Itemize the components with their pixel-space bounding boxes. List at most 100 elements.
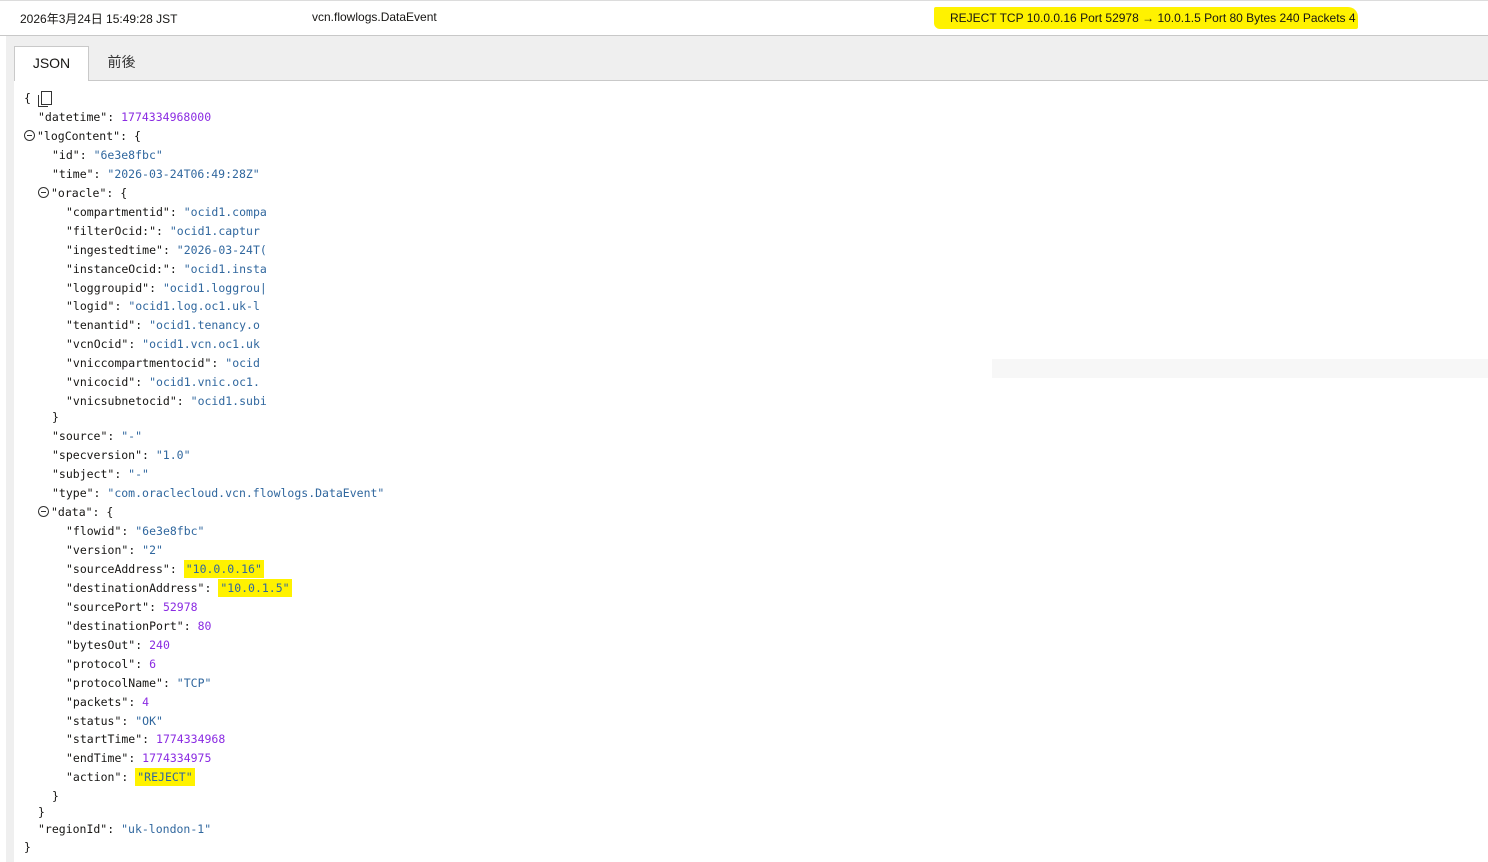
json-line: "destinationAddress": "10.0.1.5" (66, 578, 292, 597)
json-value: { (120, 185, 128, 200)
json-close-brace: } (52, 789, 59, 804)
json-value: "ocid1.log.oc1.uk-l (128, 299, 260, 314)
json-key: "startTime" (66, 732, 143, 747)
json-line: "source": "-" (52, 429, 143, 444)
json-key: "destinationPort" (66, 618, 184, 633)
json-key: "vnicsubnetocid" (66, 394, 177, 409)
json-value: 1774334975 (142, 751, 212, 766)
json-key: "vcnOcid" (66, 337, 129, 352)
json-value: "com.oraclecloud.vcn.flowlogs.DataEvent" (107, 486, 385, 501)
json-line: "vnicocid": "ocid1.vnic.oc1. (66, 375, 260, 390)
json-line: "sourceAddress": "10.0.0.16" (66, 559, 264, 578)
json-line: "bytesOut": 240 (66, 637, 170, 652)
json-key: "specversion" (52, 448, 143, 463)
json-line: "data": { (38, 503, 113, 522)
json-value: 1774334968 (156, 732, 226, 747)
json-line: "specversion": "1.0" (52, 448, 191, 463)
json-line: "vcnOcid": "ocid1.vcn.oc1.uk (66, 337, 260, 352)
json-value: "ocid1.vnic.oc1. (149, 375, 260, 390)
json-close-brace: } (52, 410, 59, 425)
json-line: "startTime": 1774334968 (66, 732, 226, 747)
json-line: "ingestedtime": "2026-03-24T( (66, 242, 267, 257)
json-value: "uk-london-1" (121, 821, 212, 836)
json-key: "destinationAddress" (66, 580, 205, 595)
json-key: "type" (52, 486, 94, 501)
json-key: "version" (66, 542, 129, 557)
json-value: "TCP" (176, 675, 212, 690)
json-key: "logContent" (37, 128, 121, 143)
json-value: "OK" (135, 713, 163, 728)
json-value: 80 (197, 618, 212, 633)
json-value: "ocid1.insta (183, 261, 267, 276)
log-type: vcn.flowlogs.DataEvent (312, 10, 437, 24)
json-key: "instanceOcid:" (66, 261, 170, 276)
json-value: { (133, 128, 141, 143)
json-open-line: { (24, 89, 52, 108)
json-open-brace: { (24, 91, 31, 105)
json-line: "logid": "ocid1.log.oc1.uk-l (66, 299, 260, 314)
json-line: "regionId": "uk-london-1" (38, 821, 212, 836)
json-value: "1.0" (155, 448, 191, 463)
json-key: "endTime" (66, 751, 129, 766)
json-line: "oracle": { (38, 184, 127, 203)
json-key: "packets" (66, 694, 129, 709)
json-value: "-" (128, 467, 149, 482)
collapse-toggle-icon[interactable] (24, 129, 35, 141)
json-key: "sourceAddress" (66, 561, 170, 576)
json-key: "subject" (52, 467, 115, 482)
json-key: "action" (66, 770, 122, 785)
redaction-mask (269, 236, 992, 458)
json-line: "logContent": { (24, 127, 141, 146)
tab-json[interactable]: JSON (14, 46, 89, 82)
log-datetime: 2026年3月24日 15:49:28 JST (20, 12, 178, 26)
json-key: "compartmentid" (66, 204, 170, 219)
json-key: "logid" (66, 299, 115, 314)
json-value-highlighted: "10.0.0.16" (183, 559, 264, 578)
json-value: 240 (149, 637, 170, 652)
collapse-toggle-icon[interactable] (38, 186, 49, 198)
json-value: "ocid1.captur (169, 223, 260, 238)
tab-diff[interactable]: 前後 (89, 46, 154, 82)
json-value: "ocid1.compa (183, 204, 267, 219)
json-key: "source" (52, 429, 108, 444)
json-key: "flowid" (66, 524, 122, 538)
collapse-toggle-icon[interactable] (38, 506, 49, 518)
json-value: "ocid1.loggrou| (162, 280, 267, 295)
json-key: "regionId" (38, 821, 108, 836)
json-line: "version": "2" (66, 542, 163, 557)
json-value: "6e3e8fbc" (93, 147, 163, 162)
log-message-highlighted: REJECT TCP 10.0.0.16 Port 52978 → 10.0.1… (934, 7, 1358, 29)
log-row-header[interactable]: 2026年3月24日 15:49:28 JST vcn.flowlogs.Dat… (0, 0, 1488, 36)
json-value: "2" (142, 542, 163, 557)
json-key: "oracle" (51, 185, 107, 200)
json-value: "2026-03-24T06:49:28Z" (107, 166, 260, 181)
json-key: "protocol" (66, 656, 136, 671)
json-value: 1774334968000 (121, 109, 212, 124)
json-value: 6 (149, 656, 157, 671)
json-value: "ocid1.tenancy.o (149, 318, 260, 333)
redaction-strip (992, 359, 1488, 378)
json-line: "flowid": "6e3e8fbc" (66, 524, 205, 538)
json-key: "datetime" (38, 109, 108, 124)
json-line: "type": "com.oraclecloud.vcn.flowlogs.Da… (52, 486, 385, 501)
json-viewer: { "datetime": 1774334968000 "logContent":… (14, 81, 1488, 862)
json-key: "vnicocid" (66, 375, 136, 390)
json-line: "protocol": 6 (66, 656, 157, 671)
json-line: "sourcePort": 52978 (66, 599, 198, 614)
json-value: "6e3e8fbc" (135, 524, 205, 538)
log-detail-panel: JSON 前後 { "datetime": 1774334968000 "logC… (6, 36, 1488, 862)
copy-icon[interactable] (37, 91, 52, 107)
json-value: 52978 (162, 599, 198, 614)
json-line: "vniccompartmentocid": "ocid (66, 356, 260, 371)
json-close-brace: } (24, 839, 31, 854)
json-line: "destinationPort": 80 (66, 618, 212, 633)
detail-tabbar: JSON 前後 (14, 44, 1488, 82)
json-value: "2026-03-24T( (176, 242, 267, 257)
json-key: "data" (51, 505, 93, 520)
json-line: "time": "2026-03-24T06:49:28Z" (52, 166, 260, 181)
json-line: "action": "REJECT" (66, 768, 195, 787)
json-line: "instanceOcid:": "ocid1.insta (66, 261, 267, 276)
json-line: "compartmentid": "ocid1.compa (66, 204, 267, 219)
json-key: "status" (66, 713, 122, 728)
json-value: "ocid1.subi (190, 394, 267, 409)
